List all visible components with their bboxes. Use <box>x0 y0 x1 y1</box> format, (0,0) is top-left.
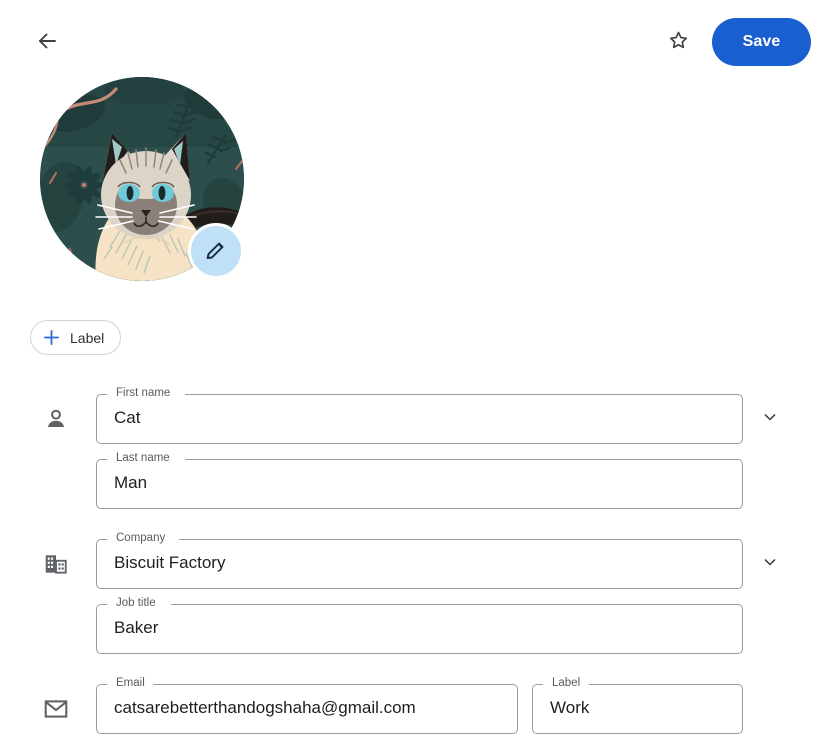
email-label-caption: Label <box>549 676 584 690</box>
chevron-down-icon <box>760 407 780 430</box>
first-name-field[interactable]: First name Cat <box>96 386 743 444</box>
last-name-value[interactable]: Man <box>114 471 731 495</box>
job-title-field[interactable]: Job title Baker <box>96 596 743 654</box>
first-name-value[interactable]: Cat <box>114 406 731 430</box>
contact-editor-page: Save Label First name Cat Last name Man … <box>0 0 836 747</box>
building-icon <box>43 551 69 577</box>
company-value[interactable]: Biscuit Factory <box>114 551 731 575</box>
expand-name-button[interactable] <box>753 401 787 435</box>
expand-company-button[interactable] <box>753 546 787 580</box>
email-value[interactable]: catsarebetterthandogshaha@gmail.com <box>114 696 506 720</box>
email-label-value[interactable]: Work <box>550 696 731 720</box>
first-name-label: First name <box>113 386 174 400</box>
last-name-label: Last name <box>113 451 173 465</box>
email-icon <box>43 696 69 722</box>
job-title-label: Job title <box>113 596 159 610</box>
last-name-field[interactable]: Last name Man <box>96 451 743 509</box>
job-title-value[interactable]: Baker <box>114 616 731 640</box>
chevron-down-icon <box>760 552 780 575</box>
contact-form: First name Cat Last name Man Company Bis… <box>0 0 836 747</box>
company-label: Company <box>113 531 169 545</box>
email-label-field[interactable]: Label Work <box>532 676 743 734</box>
company-field[interactable]: Company Biscuit Factory <box>96 531 743 589</box>
email-field[interactable]: Email catsarebetterthandogshaha@gmail.co… <box>96 676 518 734</box>
email-label: Email <box>113 676 148 690</box>
person-icon <box>43 406 69 432</box>
